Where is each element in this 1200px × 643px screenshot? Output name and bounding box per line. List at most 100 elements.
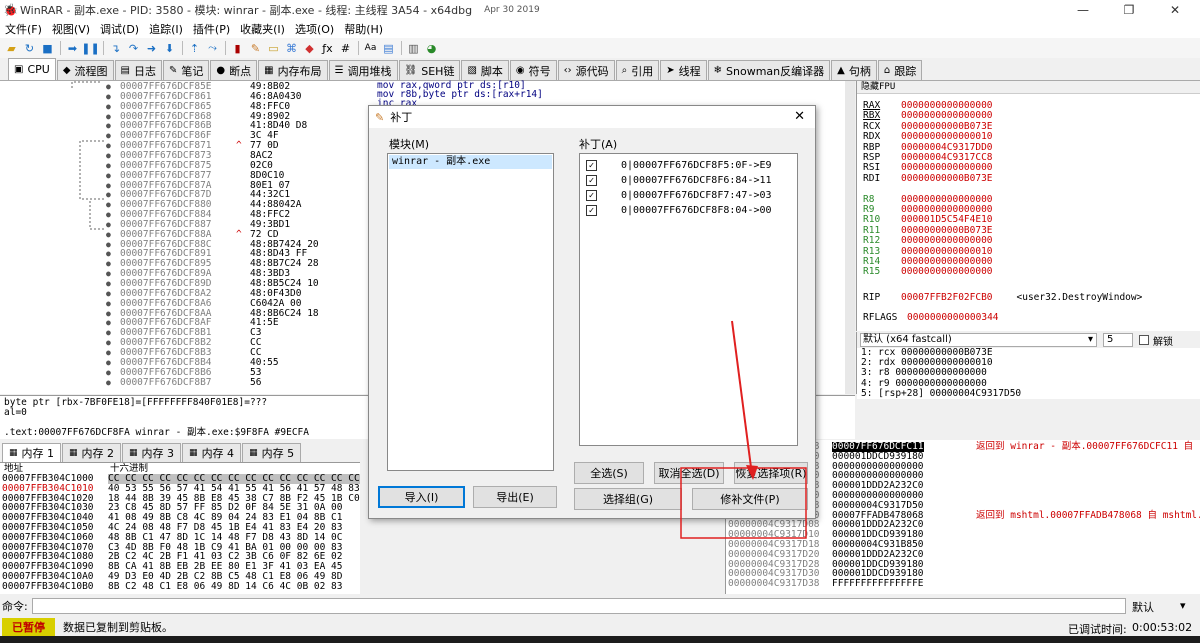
breakpoint-dot-icon[interactable]: ●	[106, 200, 111, 210]
breakpoint-dot-icon[interactable]: ●	[106, 92, 111, 102]
breakpoint-dot-icon[interactable]: ●	[106, 141, 111, 151]
registers-view[interactable]: 隐藏FPU RAX 0000000000000000 RBX 000000000000…	[856, 81, 1200, 331]
restart-icon[interactable]: ↻	[21, 40, 38, 56]
label-icon[interactable]: ⌘	[283, 40, 300, 56]
patch-item[interactable]: ✓ 0|00007FF676DCF8F8:04->00	[586, 203, 772, 218]
breakpoint-dot-icon[interactable]: ●	[106, 102, 111, 112]
breakpoint-dot-icon[interactable]: ●	[106, 299, 111, 309]
breakpoint-dot-icon[interactable]: ●	[106, 289, 111, 299]
menu-debug[interactable]: 调试(D)	[95, 21, 144, 37]
patch-item[interactable]: ✓ 0|00007FF676DCF8F6:84->11	[586, 173, 772, 188]
tab-call-stack[interactable]: ☰ 调用堆栈	[328, 60, 398, 80]
breakpoint-dot-icon[interactable]: ●	[106, 131, 111, 141]
patch-checkbox[interactable]: ✓	[586, 205, 597, 216]
patch-item[interactable]: ✓ 0|00007FF676DCF8F5:0F->E9	[586, 158, 772, 173]
tab-dump-3[interactable]: ▦ 内存 3	[122, 443, 182, 462]
tab-symbols[interactable]: ◉ 符号	[509, 60, 557, 80]
tab-seh[interactable]: ⛓ SEH链	[398, 60, 461, 80]
module-item[interactable]: winrar - 副本.exe	[389, 155, 552, 169]
tab-dump-1[interactable]: ▦ 内存 1	[2, 443, 62, 462]
settings-icon[interactable]: ▥	[405, 40, 422, 56]
trace-over-icon[interactable]: ⬇	[161, 40, 178, 56]
tab-cpu[interactable]: ▣ CPU	[8, 58, 56, 80]
function-icon[interactable]: ƒx	[319, 40, 336, 56]
menu-favourites[interactable]: 收藏夹(I)	[235, 21, 290, 37]
breakpoint-dot-icon[interactable]: ●	[106, 279, 111, 289]
comment-icon[interactable]: ▭	[265, 40, 282, 56]
disasm-row[interactable]: ● 00007FF676DCF877 8D0C10	[0, 171, 370, 181]
tab-dump-4[interactable]: ▦ 内存 4	[182, 443, 242, 462]
step-into-icon[interactable]: ↴	[107, 40, 124, 56]
hash-icon[interactable]: #	[337, 40, 354, 56]
tab-threads[interactable]: ➤ 线程	[660, 60, 707, 80]
breakpoint-dot-icon[interactable]: ●	[106, 240, 111, 250]
open-icon[interactable]: ▰	[3, 40, 20, 56]
register-rflags[interactable]: RFLAGS 0000000000000344	[863, 312, 999, 324]
tab-log[interactable]: ▤ 日志	[114, 60, 162, 80]
breakpoint-dot-icon[interactable]: ●	[106, 171, 111, 181]
strings-icon[interactable]: ▤	[380, 40, 397, 56]
tab-dump-2[interactable]: ▦ 内存 2	[62, 443, 122, 462]
execute-till-return-icon[interactable]: ⇡	[186, 40, 203, 56]
breakpoint-dot-icon[interactable]: ●	[106, 249, 111, 259]
patch-icon[interactable]: ✎	[247, 40, 264, 56]
register-rip[interactable]: RIP 00007FFB2F02FCB0 <user32.DestroyWindow…	[863, 292, 1142, 304]
breakpoint-dot-icon[interactable]: ●	[106, 358, 111, 368]
breakpoint-dot-icon[interactable]: ●	[106, 190, 111, 200]
command-mode-select[interactable]: 默认	[1132, 599, 1154, 615]
breakpoint-dot-icon[interactable]: ●	[106, 151, 111, 161]
scylla-icon[interactable]: ▮	[229, 40, 246, 56]
restore-button[interactable]: ❐	[1106, 0, 1152, 20]
tab-source[interactable]: ‹› 源代码	[557, 60, 615, 80]
step-over-icon[interactable]: ↷	[125, 40, 142, 56]
run-to-user-code-icon[interactable]: ⤳	[204, 40, 221, 56]
unlock-checkbox[interactable]	[1139, 335, 1149, 345]
breakpoint-dot-icon[interactable]: ●	[106, 230, 111, 240]
disasm-row[interactable]: ● 00007FF676DCF8A2 48:0F43D0	[0, 289, 370, 299]
deselect-all-button[interactable]: 取消全选(D)	[654, 462, 724, 484]
breakpoint-dot-icon[interactable]: ●	[106, 378, 111, 388]
disasm-row[interactable]: ● 00007FF676DCF861 46:8A0430	[0, 92, 370, 102]
select-group-button[interactable]: 选择组(G)	[574, 488, 682, 510]
disasm-row[interactable]: ● 00007FF676DCF8B6 53	[0, 368, 370, 378]
breakpoint-dot-icon[interactable]: ●	[106, 328, 111, 338]
breakpoint-dot-icon[interactable]: ●	[106, 181, 111, 191]
export-button[interactable]: 导出(E)	[473, 486, 557, 508]
breakpoint-dot-icon[interactable]: ●	[106, 112, 111, 122]
tab-references[interactable]: ⌕ 引用	[615, 60, 660, 80]
bookmark-icon[interactable]: ◆	[301, 40, 318, 56]
disasm-row[interactable]: ● 00007FF676DCF8B4 40:55	[0, 358, 370, 368]
breakpoint-dot-icon[interactable]: ●	[106, 309, 111, 319]
tab-breakpoint[interactable]: ● 断点	[210, 60, 258, 80]
menu-plugins[interactable]: 插件(P)	[188, 21, 235, 37]
dialog-close-button[interactable]: ✕	[794, 109, 805, 124]
select-all-button[interactable]: 全选(S)	[574, 462, 644, 484]
breakpoint-dot-icon[interactable]: ●	[106, 82, 111, 92]
tab-handles[interactable]: ▲ 句柄	[831, 60, 877, 80]
disasm-row[interactable]: ● 00007FF676DCF865 48:FFC0	[0, 102, 370, 112]
disasm-row[interactable]: ● 00007FF676DCF88A ^ 72 CD	[0, 230, 370, 240]
register-row[interactable]: R15 0000000000000000	[863, 267, 993, 278]
breakpoint-dot-icon[interactable]: ●	[106, 220, 111, 230]
close-button[interactable]: ✕	[1152, 0, 1198, 20]
hide-fpu-toggle[interactable]: 隐藏FPU	[857, 81, 1200, 94]
disasm-row[interactable]: ● 00007FF676DCF8A6 C6042A 00	[0, 299, 370, 309]
patch-checkbox[interactable]: ✓	[586, 175, 597, 186]
command-input[interactable]	[32, 598, 1126, 614]
menu-view[interactable]: 视图(V)	[47, 21, 95, 37]
font-icon[interactable]: Aa	[362, 40, 379, 56]
disasm-row[interactable]: ● 00007FF676DCF875 02C0	[0, 161, 370, 171]
memory-dump-view[interactable]: 地址 十六进制 00007FFB304C1000 CC CC CC CC CC C…	[0, 462, 360, 594]
restore-selected-button[interactable]: 恢复选择项(R)	[734, 462, 808, 484]
breakpoint-dot-icon[interactable]: ●	[106, 269, 111, 279]
tab-memory-map[interactable]: ▦ 内存布局	[258, 60, 328, 80]
minimize-button[interactable]: —	[1060, 0, 1106, 20]
register-row[interactable]: RDI 00000000000B073E	[863, 173, 993, 185]
breakpoint-dot-icon[interactable]: ●	[106, 210, 111, 220]
tab-notes[interactable]: ✎ 笔记	[162, 60, 210, 80]
patches-list[interactable]: ✓ 0|00007FF676DCF8F5:0F->E9 ✓ 0|00007FF676D…	[579, 153, 798, 446]
breakpoint-dot-icon[interactable]: ●	[106, 318, 111, 328]
arg-count-spinner[interactable]: 5	[1103, 333, 1133, 347]
breakpoint-dot-icon[interactable]: ●	[106, 121, 111, 131]
close-debuggee-icon[interactable]: ■	[39, 40, 56, 56]
